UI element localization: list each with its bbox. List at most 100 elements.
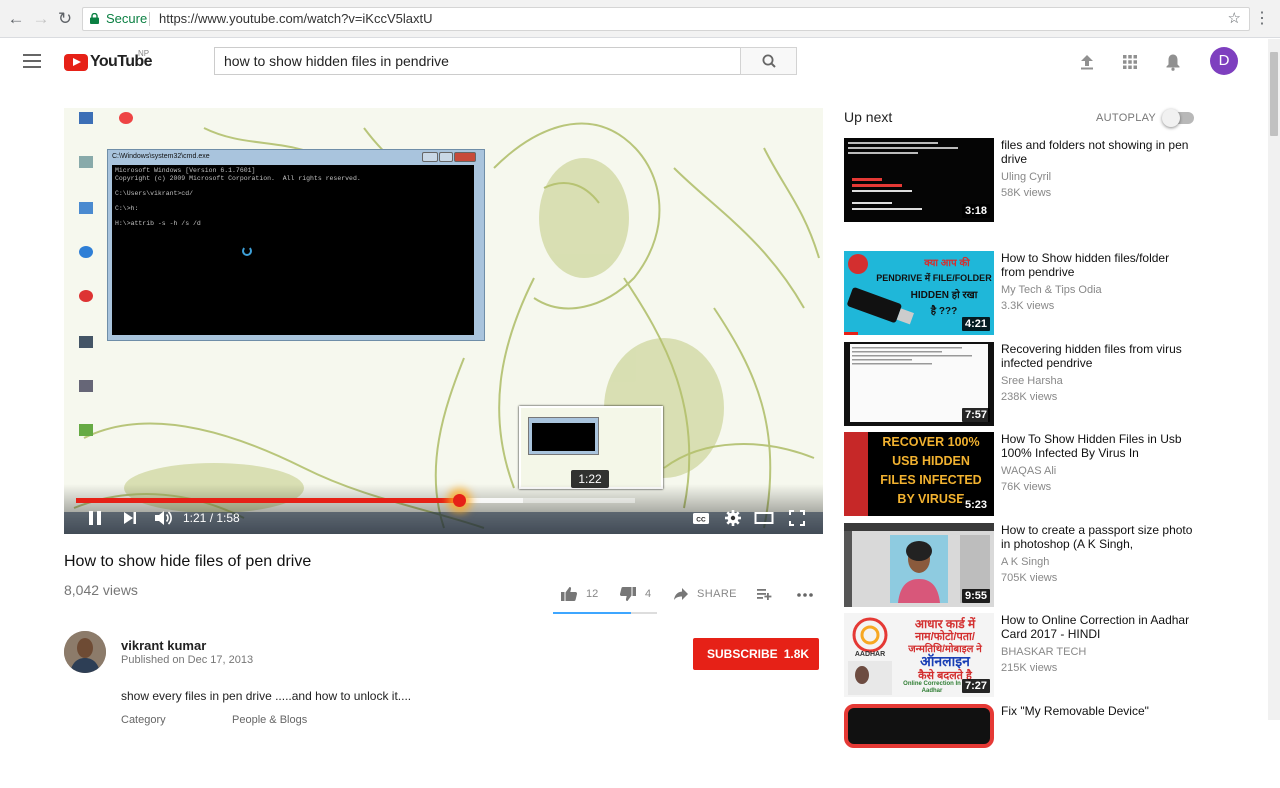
add-to-playlist-button[interactable] [756,584,772,604]
like-dislike-bar [553,612,657,614]
pause-icon[interactable] [86,509,104,527]
omnibox-divider [149,12,150,26]
video-thumbnail[interactable]: आधार कार्ड में नाम/फोटो/पता/ जन्मतिथि/मो… [844,613,994,697]
category-value[interactable]: People & Blogs [232,714,307,726]
chrome-menu-icon[interactable]: ⋮ [1254,8,1270,28]
thumbnail-text: है ??? [930,306,958,317]
recommendation-title[interactable]: Fix "My Removable Device" [1001,704,1193,718]
recommendation-views: 58K views [1001,187,1052,199]
dislike-button[interactable]: 4 [619,584,651,604]
category-row: Category People & Blogs [121,714,521,726]
subscribe-button[interactable]: SUBSCRIBE 1.8K [693,638,819,670]
recommendation-item[interactable]: 3:18 files and folders not showing in pe… [844,138,1194,222]
recommendation-views: 705K views [1001,572,1058,584]
theater-mode-icon[interactable] [754,509,774,527]
channel-name[interactable]: vikrant kumar [121,638,206,653]
search-input[interactable]: how to show hidden files in pendrive [214,47,741,75]
lock-icon [90,13,99,24]
recommendation-item[interactable]: क्या आप की PENDRIVE में FILE/FOLDER HIDD… [844,251,1194,335]
view-count: 8,042 views [64,582,138,598]
recommendation-title[interactable]: Recovering hidden files from virus infec… [1001,342,1193,370]
recommendation-item[interactable]: RECOVER 100% USB HIDDEN FILES INFECTED B… [844,432,1194,516]
desktop-icon [72,424,100,438]
page-scrollbar[interactable] [1268,39,1280,720]
fullscreen-icon[interactable] [788,509,806,527]
thumbnail-text: PENDRIVE में FILE/FOLDER [876,273,992,283]
video-thumbnail[interactable] [844,704,994,788]
close-icon [454,152,476,162]
search-button[interactable] [740,47,797,75]
add-to-playlist-icon [757,589,772,600]
youtube-logo[interactable]: YouTube NP [64,49,152,72]
recommendation-item[interactable]: 9:55 How to create a passport size photo… [844,523,1194,607]
apps-grid-icon[interactable] [1120,52,1140,72]
reload-icon[interactable]: ↻ [54,8,76,30]
url-text[interactable]: https://www.youtube.com/watch?v=iKccV5la… [159,8,432,30]
desktop-icon [72,380,100,394]
notifications-bell-icon[interactable] [1163,52,1183,72]
time-display: 1:21 / 1:58 [183,511,240,525]
recommendation-item[interactable]: आधार कार्ड में नाम/फोटो/पता/ जन्मतिथि/मो… [844,613,1194,697]
autoplay-toggle-knob[interactable] [1162,109,1180,127]
scrollbar-thumb[interactable] [1270,52,1278,136]
share-label: SHARE [697,588,737,600]
video-thumbnail[interactable]: 3:18 [844,138,994,222]
logo-region-code: NP [138,49,150,58]
video-player[interactable]: C:\Windows\system32\cmd.exe Microsoft Wi… [64,108,823,534]
recommendation-views: 76K views [1001,481,1052,493]
back-icon[interactable]: ← [5,8,27,30]
next-icon[interactable] [121,509,139,527]
thumbs-up-icon [561,587,578,601]
watched-progress [844,332,858,335]
desktop-icon [72,156,100,170]
video-thumbnail[interactable]: 9:55 [844,523,994,607]
recommendation-views: 3.3K views [1001,300,1055,312]
subscribe-label: SUBSCRIBE [707,647,778,661]
recommendation-channel: My Tech & Tips Odia [1001,284,1102,296]
more-actions-button[interactable] [796,584,814,604]
account-avatar[interactable]: D [1210,47,1238,75]
recommendation-title[interactable]: How to Online Correction in Aadhar Card … [1001,613,1193,641]
progress-bar[interactable] [76,498,635,503]
upload-icon[interactable] [1077,52,1097,72]
settings-gear-icon[interactable] [724,509,742,527]
video-thumbnail[interactable]: RECOVER 100% USB HIDDEN FILES INFECTED B… [844,432,994,516]
recommendation-title[interactable]: How to create a passport size photo in p… [1001,523,1193,551]
duration-badge: 4:21 [961,317,990,331]
cmd-window-title: C:\Windows\system32\cmd.exe [112,153,210,160]
dislike-count: 4 [645,588,652,600]
thumbnail-text: HIDDEN हो रखा [910,290,978,301]
recommendation-channel: Sree Harsha [1001,375,1063,387]
thumbs-down-icon [619,587,636,601]
subscriber-count: 1.8K [783,647,810,661]
maximize-icon [439,152,453,162]
recommendation-title[interactable]: How to Show hidden files/folder from pen… [1001,251,1193,279]
youtube-masthead: YouTube NP how to show hidden files in p… [0,39,1268,85]
channel-avatar[interactable] [64,631,106,673]
share-button[interactable]: SHARE [673,584,737,604]
thumbnail-text: क्या आप की [924,258,970,269]
guide-menu-icon[interactable] [23,54,41,68]
like-ratio-fill [553,612,631,614]
captions-icon[interactable]: CC [692,509,710,527]
recommendation-views: 215K views [1001,662,1058,674]
autoplay-toggle[interactable] [1162,109,1194,127]
duration-badge: 3:18 [961,204,990,218]
address-bar[interactable]: Secure https://www.youtube.com/watch?v=i… [82,7,1250,31]
volume-icon[interactable] [153,509,173,527]
thumbnail-image [844,704,994,748]
recommendation-channel: WAQAS Ali [1001,465,1057,477]
forward-icon[interactable]: → [30,8,52,30]
recommendation-title[interactable]: files and folders not showing in pen dri… [1001,138,1193,166]
video-thumbnail[interactable]: 7:57 [844,342,994,426]
like-button[interactable]: 12 [560,584,598,604]
video-thumbnail[interactable]: क्या आप की PENDRIVE में FILE/FOLDER HIDD… [844,251,994,335]
recommendation-title[interactable]: How To Show Hidden Files in Usb 100% Inf… [1001,432,1193,460]
recommendation-item[interactable]: Fix "My Removable Device" [844,704,1194,788]
thumbnail-text: FILES INFECTED [880,473,982,487]
category-label: Category [121,714,166,726]
bookmark-star-icon[interactable]: ☆ [1228,8,1241,30]
recommendation-item[interactable]: 7:57 Recovering hidden files from virus … [844,342,1194,426]
cmd-window: C:\Windows\system32\cmd.exe Microsoft Wi… [107,149,485,341]
thumbnail-text: AADHAR [854,651,886,658]
